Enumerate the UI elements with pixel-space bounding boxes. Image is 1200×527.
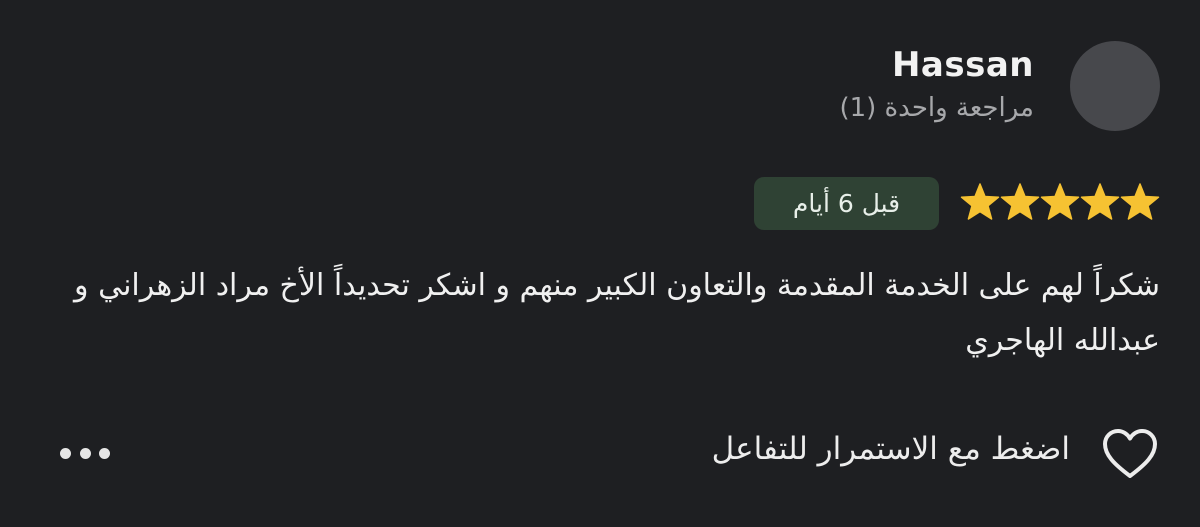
action-bar: اضغط مع الاستمرار للتفاعل — [0, 423, 1200, 487]
review-card: Hassan مراجعة واحدة (1) قبل 6 أيام شكراً… — [0, 0, 1200, 527]
star-icon — [1080, 180, 1120, 224]
more-horizontal-icon[interactable] — [60, 441, 110, 465]
star-icon — [1120, 180, 1160, 224]
star-icon — [1040, 180, 1080, 224]
star-icon — [1000, 180, 1040, 224]
time-badge: قبل 6 أيام — [754, 177, 939, 230]
more-dot — [99, 447, 110, 459]
more-dot — [79, 447, 91, 459]
review-count: مراجعة واحدة (1) — [839, 93, 1034, 123]
avatar[interactable] — [1070, 41, 1160, 131]
heart-outline-icon[interactable] — [1102, 428, 1158, 480]
like-hint-label[interactable]: اضغط مع الاستمرار للتفاعل — [712, 431, 1070, 467]
star-icon — [960, 180, 1000, 224]
author-name[interactable]: Hassan — [892, 45, 1034, 85]
more-dot — [60, 447, 71, 459]
star-rating — [960, 180, 1160, 224]
review-text: شكراً لهم على الخدمة المقدمة والتعاون ال… — [74, 268, 1160, 358]
